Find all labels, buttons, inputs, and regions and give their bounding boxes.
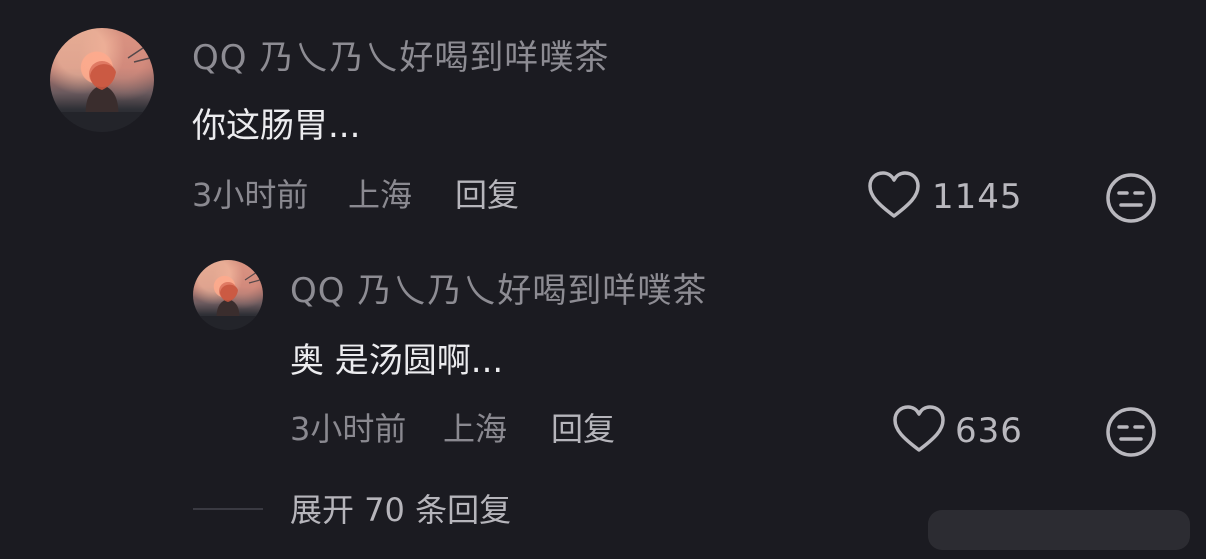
comment-location: 上海 xyxy=(348,176,413,214)
watermark xyxy=(928,510,1190,550)
neutral-face-icon[interactable] xyxy=(1105,406,1157,458)
comment-text: 你这肠胃... xyxy=(192,106,361,146)
comment-text: 奥 是汤圆啊... xyxy=(290,341,504,381)
expand-replies-button[interactable]: 展开 70 条回复 xyxy=(290,490,511,530)
avatar[interactable] xyxy=(50,28,154,132)
avatar[interactable] xyxy=(193,260,263,330)
heart-outline-icon[interactable] xyxy=(891,404,947,456)
like-count: 1145 xyxy=(932,177,1023,217)
comment-time: 3小时前 xyxy=(290,410,407,448)
comment-location: 上海 xyxy=(443,410,508,448)
like-count: 636 xyxy=(955,411,1023,451)
avatar-image xyxy=(193,271,263,330)
reply-button[interactable]: 回复 xyxy=(551,409,615,449)
comment-time: 3小时前 xyxy=(192,176,309,214)
divider xyxy=(193,508,263,510)
reply-button[interactable]: 回复 xyxy=(455,175,519,215)
comment-username[interactable]: QQ 乃乀乃乀好喝到咩噗茶 xyxy=(192,38,609,78)
avatar-image xyxy=(50,45,154,132)
neutral-face-icon[interactable] xyxy=(1105,172,1157,224)
heart-outline-icon[interactable] xyxy=(866,170,922,222)
comment-username[interactable]: QQ 乃乀乃乀好喝到咩噗茶 xyxy=(290,271,707,311)
